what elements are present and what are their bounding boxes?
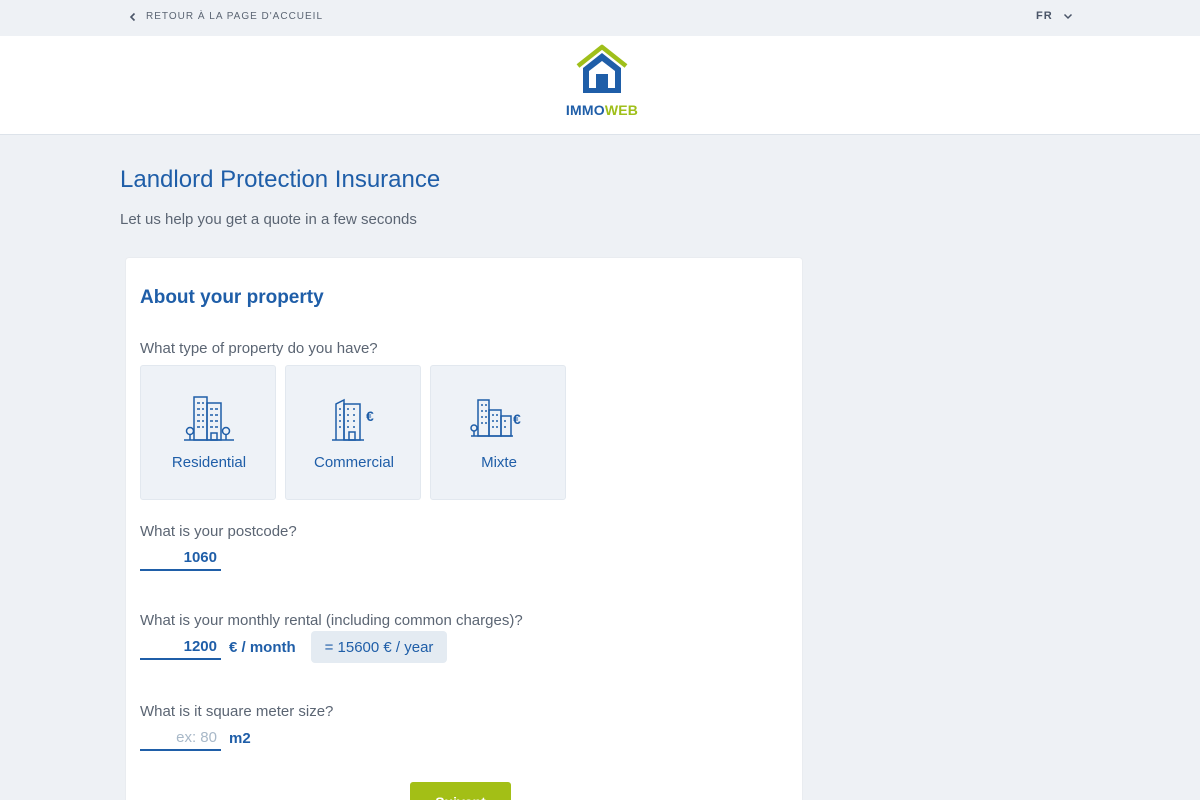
property-type-commercial[interactable]: € Commercial	[285, 365, 421, 500]
chevron-down-icon	[1063, 11, 1073, 21]
property-type-mixte[interactable]: € Mixte	[430, 365, 566, 500]
chevron-left-icon	[128, 12, 138, 22]
postcode-question: What is your postcode?	[140, 523, 297, 540]
back-to-home-link[interactable]: RETOUR À LA PAGE D'ACCUEIL	[128, 11, 323, 22]
mixed-building-icon: €	[431, 394, 567, 444]
size-input[interactable]	[140, 725, 221, 751]
property-type-residential[interactable]: Residential	[140, 365, 276, 500]
property-form-card: About your property What type of propert…	[126, 258, 802, 800]
rent-input[interactable]	[140, 634, 221, 660]
property-type-question: What type of property do you have?	[140, 340, 378, 357]
annual-rent-badge: = 15600 € / year	[311, 631, 447, 663]
site-header: IMMOWEB	[0, 36, 1200, 135]
language-selector[interactable]: FR	[1036, 10, 1073, 22]
property-type-label: Mixte	[481, 454, 517, 471]
property-type-label: Commercial	[313, 454, 394, 471]
back-link-label: RETOUR À LA PAGE D'ACCUEIL	[146, 11, 324, 22]
language-label: FR	[1036, 10, 1053, 22]
rent-unit: € / month	[229, 639, 296, 656]
svg-text:€: €	[513, 411, 521, 427]
section-title: About your property	[140, 287, 324, 308]
postcode-input[interactable]	[140, 545, 221, 571]
rent-question: What is your monthly rental (including c…	[140, 612, 523, 629]
logo-wordmark: IMMOWEB	[565, 102, 639, 118]
size-unit: m2	[229, 730, 251, 747]
house-logo-icon	[576, 44, 628, 93]
next-button[interactable]: Suivant	[410, 782, 511, 800]
size-question: What is it square meter size?	[140, 703, 334, 720]
property-type-label: Residential	[171, 454, 247, 471]
top-bar: RETOUR À LA PAGE D'ACCUEIL FR	[0, 0, 1200, 36]
page-subtitle: Let us help you get a quote in a few sec…	[120, 211, 417, 228]
commercial-building-icon: €	[286, 394, 422, 444]
page-title: Landlord Protection Insurance	[120, 166, 441, 193]
svg-text:€: €	[366, 408, 374, 424]
residential-building-icon	[141, 394, 277, 444]
immoweb-logo[interactable]: IMMOWEB	[562, 44, 642, 128]
